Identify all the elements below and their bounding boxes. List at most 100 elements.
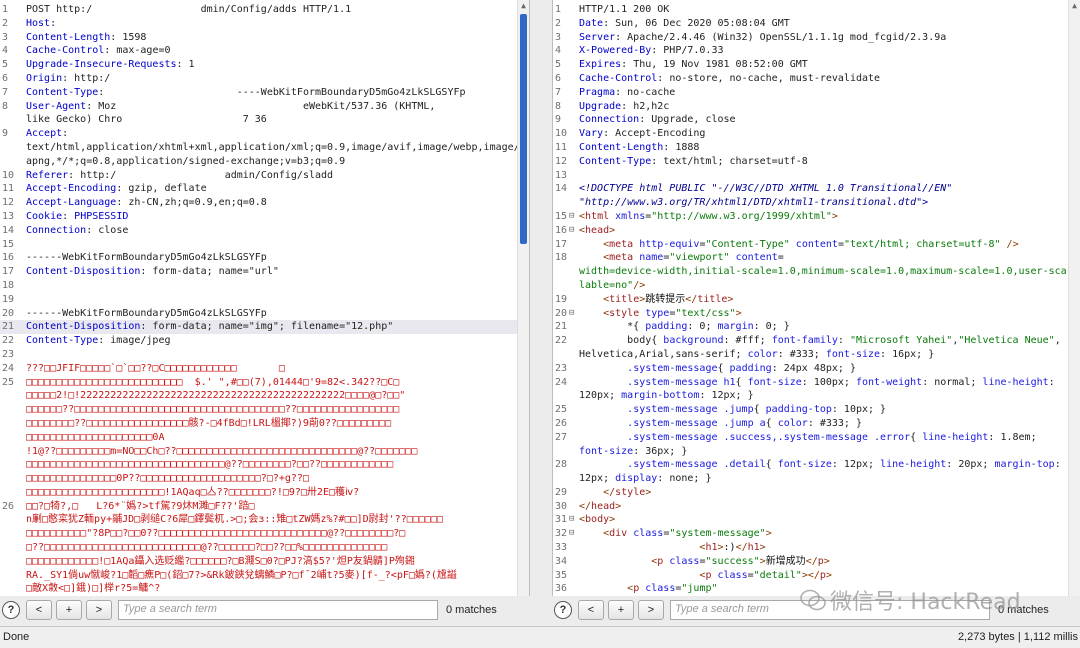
code-token: : Accept-Encoding [603,128,706,140]
code-token: Content-Disposition [26,266,141,278]
code-token: : form-data; name="url" [140,266,279,278]
code-token: "detail" [753,569,802,581]
code-token: > [823,555,830,567]
code-text: "http://www.w3.org/TR/xhtml1/DTD/xhtml1-… [579,196,1068,210]
gutter-spacer [16,362,26,376]
code-line: 14 <!DOCTYPE html PUBLIC "-//W3C//DTD XHT… [553,182,1068,196]
response-size-time: 2,273 bytes | 1,112 millis [957,631,1078,643]
line-number [553,348,569,362]
line-number [553,196,569,210]
code-line: 15 ⊟ <html xmlns="http://www.w3.org/1999/x… [553,210,1068,224]
next-match-button[interactable]: > [86,600,112,620]
request-editor[interactable]: 1 POST http:/ dmin/Config/adds HTTP/1.1 2 H… [0,3,517,596]
gutter-spacer [16,555,26,569]
code-token: <!DOCTYPE html PUBLIC "-//W3C//DTD XHTML… [579,183,953,195]
code-token: n劆□憨寀犹Z輀py+鬴JD□剥缒C?6犀□鐸鬓杌.>□;会з::雉□tZW媽z… [26,514,443,526]
code-token: "Helvetica Neue" [958,335,1055,347]
code-text: *{ padding: 0; margin: 0; } [579,320,1068,334]
code-token: "system-message" [669,528,766,540]
request-scrollbar[interactable]: ▲ [517,0,529,596]
line-number: 4 [555,45,562,57]
search-input[interactable]: Type a search term [118,600,438,620]
code-token: : Upgrade, close [639,114,736,126]
previous-match-button[interactable]: < [26,600,52,620]
gutter-spacer [16,86,26,100]
line-number: 11 [555,141,568,153]
code-token: : [62,128,69,140]
code-line: 23 [0,348,517,362]
code-text: Connection: Upgrade, close [579,113,1068,127]
line-number: 17 [2,266,15,278]
code-text: Helvetica,Arial,sans-serif; color: #333;… [579,348,1068,362]
code-token: □□?□犄?,□ L?6*¨嬀?>tf駕?9炑M濉□F??'踣□ [26,500,255,512]
scroll-up-arrow-icon[interactable]: ▲ [518,0,529,12]
code-token: : text/html; charset=utf-8 [651,155,808,167]
code-token: : #333; [777,348,826,360]
code-token: color [777,417,808,429]
code-token: "success" [705,555,760,567]
code-text: ------WebKitFormBoundaryD5mGo4zLkSLGSYFp [26,251,517,265]
gutter-spacer [16,403,26,417]
gutter-spacer [569,86,579,100]
gutter-spacer [16,72,26,86]
scrollbar-thumb[interactable] [520,14,527,244]
code-token: 12px; [579,473,616,485]
code-text: Accept: [26,127,517,141]
code-text: <div class="system-message"> [579,527,1068,541]
next-match-button[interactable]: > [638,600,664,620]
code-line: 4 Cache-Control: max-age=0 [0,44,517,58]
code-text: Host: [26,17,517,31]
code-token: head [591,500,616,512]
gutter-spacer [16,17,26,31]
code-text: .system-message .detail{ font-size: 12px… [579,458,1068,472]
code-token: □□□□□2!□!2222222222222222222222222222222… [26,390,406,402]
code-text: Vary: Accept-Encoding [579,127,1068,141]
code-line: 12 Content-Type: text/html; charset=utf-8 [553,155,1068,169]
line-number: 25 [555,404,568,416]
code-token: : 12px; [831,459,881,471]
gutter-spacer [569,44,579,58]
code-line: 21 Content-Disposition: form-data; name="… [0,320,517,335]
code-text: <style type="text/css"> [579,307,1068,321]
response-scrollbar[interactable]: ▲ [1068,0,1080,596]
code-token: Content-Disposition [26,321,141,333]
add-search-button[interactable]: + [608,600,634,620]
line-number: 8 [2,100,9,112]
code-line: 31 ⊟ <body> [553,513,1068,527]
code-line: 9 Accept: [0,127,517,141]
code-text: Date: Sun, 06 Dec 2020 05:08:04 GMT [579,17,1068,31]
code-text: Cookie: PHPSESSID [26,210,517,224]
gutter-spacer [569,376,579,390]
gutter-spacer [16,265,26,279]
add-search-button[interactable]: + [56,600,82,620]
line-number: 23 [2,348,15,360]
gutter-spacer [569,472,579,486]
gutter-spacer [16,127,26,141]
code-line: width=device-width,initial-scale=1.0,min… [553,265,1068,279]
fold-toggle-icon[interactable]: ⊟ [569,307,579,321]
previous-match-button[interactable]: < [578,600,604,620]
code-token: Vary [579,128,604,140]
gutter-spacer [16,113,26,127]
match-count: 0 matches [446,604,497,616]
help-icon[interactable]: ? [554,601,572,619]
fold-toggle-icon[interactable]: ⊟ [569,224,579,238]
scroll-up-arrow-icon[interactable]: ▲ [1069,0,1080,12]
code-token: p [633,583,646,595]
code-token: □□□□□□□□??□□□□□□□□□□□□□□□□□骸?-□4fBd□!LRL… [26,417,392,429]
code-token: □□□□□□??□□□□□□□□□□□□□□□□□□□□□□□□□□□□□□□□… [26,404,400,416]
fold-toggle-icon[interactable]: ⊟ [569,527,579,541]
gutter-spacer [569,569,579,583]
response-editor[interactable]: 1 HTTP/1.1 200 OK 2 Date: Sun, 06 Dec 2020 … [553,3,1068,596]
help-icon[interactable]: ? [2,601,20,619]
code-text: □□□□□□□□□□□□□□□□□□□□□□□!1AQaq□亼??□□□□□□□… [26,486,517,500]
fold-toggle-icon[interactable]: ⊟ [569,513,579,527]
fold-toggle-icon[interactable]: ⊟ [569,210,579,224]
code-token: : [62,210,75,222]
line-number: 7 [555,86,562,98]
code-token: style [609,307,646,319]
code-token: margin [717,321,754,333]
